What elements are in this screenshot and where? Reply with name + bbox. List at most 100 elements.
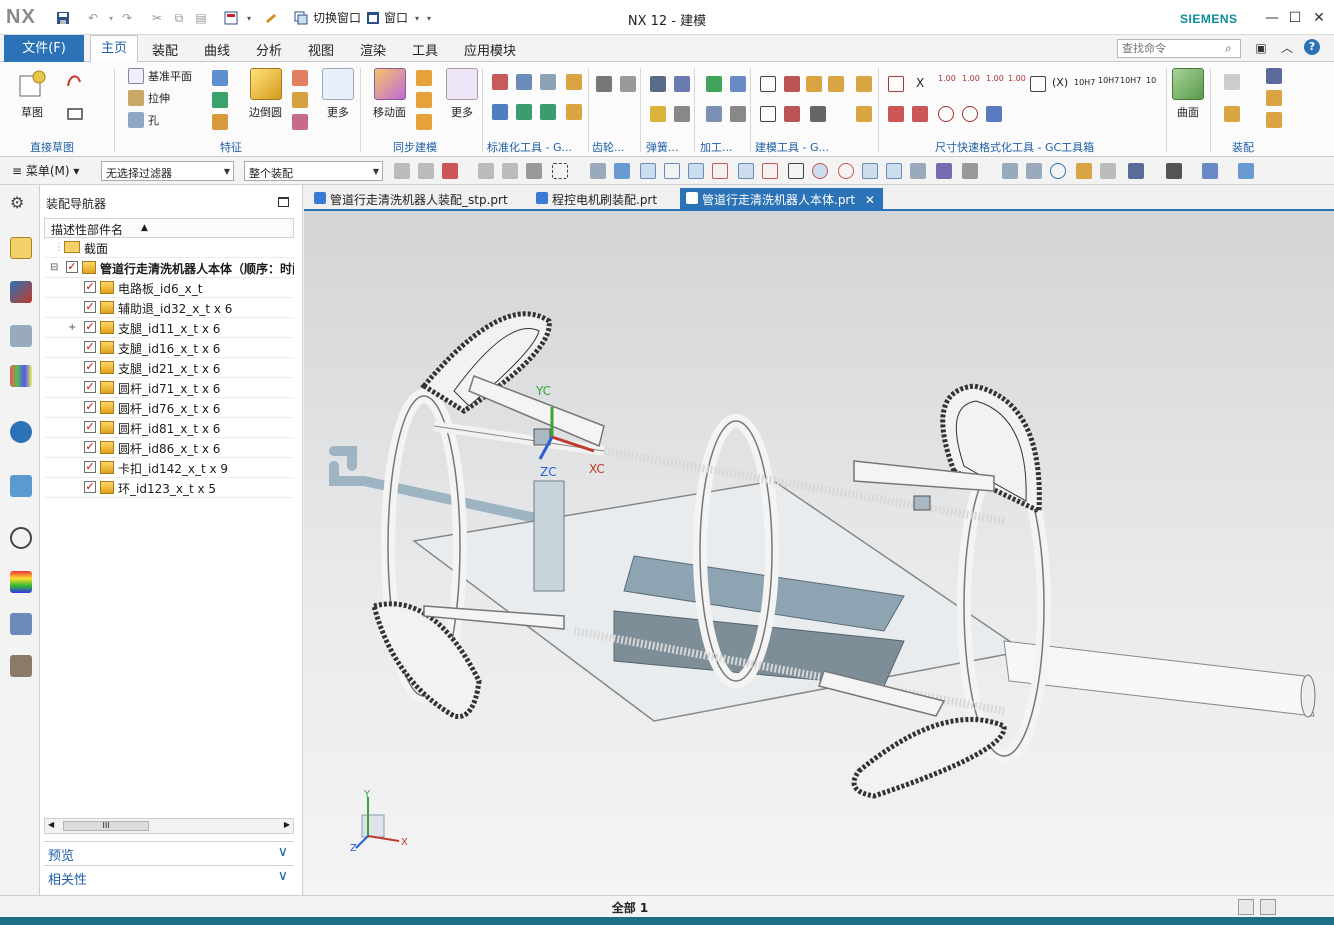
spring-tool-1-icon[interactable] <box>650 76 666 92</box>
doc-tab-robot-body[interactable]: 管道行走清洗机器人本体.prt ✕ <box>680 188 883 210</box>
assembly-tool-4-icon[interactable] <box>1266 90 1282 106</box>
customize-qat-icon[interactable]: ▾ <box>420 9 438 27</box>
assembly-tool-1-icon[interactable] <box>1224 74 1240 90</box>
layout-dropdown-icon[interactable]: ▾ <box>240 9 258 27</box>
scroll-right-icon[interactable]: ▶ <box>284 820 290 829</box>
gear-icon[interactable]: ⚙ <box>10 193 24 212</box>
tree-row[interactable]: ✓ 卡扣_id142_x_t x 9 <box>44 458 294 478</box>
std-tool-5-icon[interactable] <box>492 104 508 120</box>
snap-tool-4-icon[interactable] <box>478 163 494 179</box>
tree-row[interactable]: ✓ 电路板_id6_x_t <box>44 278 294 298</box>
info-icon[interactable] <box>10 421 32 443</box>
datum-plane-icon[interactable] <box>128 68 144 84</box>
surface-icon[interactable] <box>1172 68 1204 100</box>
dim-tool-row2-2-icon[interactable] <box>912 106 928 122</box>
snap-tool-6-icon[interactable] <box>526 163 542 179</box>
assembly-tool-5-icon[interactable] <box>1266 112 1282 128</box>
fit-format-1[interactable]: 10H7 <box>1074 78 1095 87</box>
copy-icon[interactable]: ⧉ <box>170 9 188 27</box>
machining-tool-1-icon[interactable] <box>706 76 722 92</box>
tree-row[interactable]: ✓ 辅助退_id32_x_t x 6 <box>44 298 294 318</box>
std-tool-6-icon[interactable] <box>516 104 532 120</box>
history-icon[interactable] <box>10 527 32 549</box>
std-tool-1-icon[interactable] <box>492 74 508 90</box>
spring-tool-3-icon[interactable] <box>650 106 666 122</box>
assembly-tool-3-icon[interactable] <box>1266 68 1282 84</box>
gear-tool-2-icon[interactable] <box>620 76 636 92</box>
model-tool-5-icon[interactable] <box>760 106 776 122</box>
tab-analysis[interactable]: 分析 <box>256 40 282 59</box>
tolerance-format-4[interactable]: 1.00 <box>1008 74 1026 83</box>
help-icon[interactable]: ? <box>1304 39 1320 55</box>
visibility-checkbox[interactable]: ✓ <box>84 401 96 413</box>
menu-button[interactable]: ≡ 菜单(M) ▾ <box>12 162 79 179</box>
dependencies-section[interactable]: 相关性 ∨ <box>44 865 294 888</box>
collapse-icon[interactable]: ⊟ <box>50 262 58 273</box>
selection-scope-select[interactable]: 整个装配 ▼ <box>244 161 383 181</box>
collapse-ribbon-icon[interactable]: ︿ <box>1278 39 1296 57</box>
select-body-icon[interactable] <box>590 163 606 179</box>
snap-line-icon[interactable] <box>664 163 680 179</box>
preview-section[interactable]: 预览 ∨ <box>44 841 294 864</box>
unite-icon[interactable] <box>212 92 228 108</box>
switch-window-icon[interactable] <box>292 9 310 27</box>
snap-point-icon[interactable] <box>640 163 656 179</box>
more-features-icon[interactable] <box>322 68 354 100</box>
rotate-icon[interactable] <box>1050 163 1066 179</box>
rectangle-icon[interactable] <box>66 106 83 122</box>
snap-endpoint-icon[interactable] <box>688 163 704 179</box>
status-tool-2-icon[interactable] <box>1260 899 1276 915</box>
select-rect-icon[interactable] <box>552 163 568 179</box>
snap-tool-5-icon[interactable] <box>502 163 518 179</box>
spring-tool-4-icon[interactable] <box>674 106 690 122</box>
close-tab-icon[interactable]: ✕ <box>865 193 875 207</box>
ribbon-options-icon[interactable]: ▣ <box>1252 39 1270 57</box>
expand-icon[interactable]: + <box>68 322 76 333</box>
search-icon[interactable]: ⌕ <box>1225 41 1239 55</box>
file-menu-tab[interactable]: 文件(F) <box>4 35 84 62</box>
render-style-icon[interactable] <box>1166 163 1182 179</box>
dim-tool-row2-5-icon[interactable] <box>986 106 1002 122</box>
fit-format-3[interactable]: 10H7 <box>1120 76 1141 85</box>
part-navigator-icon[interactable] <box>10 325 32 347</box>
snap-tool-1-icon[interactable] <box>394 163 410 179</box>
visibility-checkbox[interactable]: ✓ <box>84 281 96 293</box>
hole-button[interactable]: 孔 <box>148 112 159 128</box>
surface-button[interactable]: 曲面 <box>1177 104 1199 120</box>
tab-curve[interactable]: 曲线 <box>204 40 230 59</box>
layer-icon[interactable] <box>1202 163 1218 179</box>
machining-tool-3-icon[interactable] <box>706 106 722 122</box>
spring-tool-2-icon[interactable] <box>674 76 690 92</box>
tree-row[interactable]: ✓ 圆杆_id81_x_t x 6 <box>44 418 294 438</box>
undo-icon[interactable]: ↶ <box>84 9 102 27</box>
std-tool-8-icon[interactable] <box>566 104 582 120</box>
std-tool-2-icon[interactable] <box>516 74 532 90</box>
fit-format-2[interactable]: 10H7 <box>1098 76 1119 85</box>
tree-row[interactable]: ✓ 环_id123_x_t x 5 <box>44 478 294 498</box>
snap-curve-icon[interactable] <box>762 163 778 179</box>
doc-tab-assembly-stp[interactable]: 管道行走清洗机器人装配_stp.prt <box>308 188 516 210</box>
snap-tool-extra3-icon[interactable] <box>962 163 978 179</box>
tree-row-sections[interactable]: ⋮ 截面 <box>44 238 294 258</box>
tree-row-root[interactable]: ⊟ ✓ 管道行走清洗机器人本体（顺序：时间 <box>44 258 294 278</box>
tree-row[interactable]: ✓ 支腿_id16_x_t x 6 <box>44 338 294 358</box>
touch-mode-icon[interactable] <box>262 9 280 27</box>
snap-tool-2-icon[interactable] <box>418 163 434 179</box>
tab-view[interactable]: 视图 <box>308 40 334 59</box>
more-sync-button[interactable]: 更多 <box>451 104 473 120</box>
close-icon[interactable]: ✕ <box>1310 9 1328 27</box>
snap-tool-extra2-icon[interactable] <box>936 163 952 179</box>
select-face-icon[interactable] <box>614 163 630 179</box>
horizontal-scrollbar[interactable]: ◀ III ▶ <box>44 818 294 834</box>
machining-tool-4-icon[interactable] <box>730 106 746 122</box>
model-tool-8-icon[interactable] <box>856 76 872 92</box>
visibility-checkbox[interactable]: ✓ <box>84 441 96 453</box>
fit-view-icon[interactable] <box>1002 163 1018 179</box>
paste-icon[interactable]: ▤ <box>192 9 210 27</box>
snap-onface-icon[interactable] <box>886 163 902 179</box>
view-tool-icon[interactable] <box>1100 163 1116 179</box>
model-tool-7-icon[interactable] <box>810 106 826 122</box>
visibility-checkbox[interactable]: ✓ <box>84 421 96 433</box>
diameter-icon[interactable] <box>938 106 954 122</box>
visibility-checkbox[interactable]: ✓ <box>84 461 96 473</box>
